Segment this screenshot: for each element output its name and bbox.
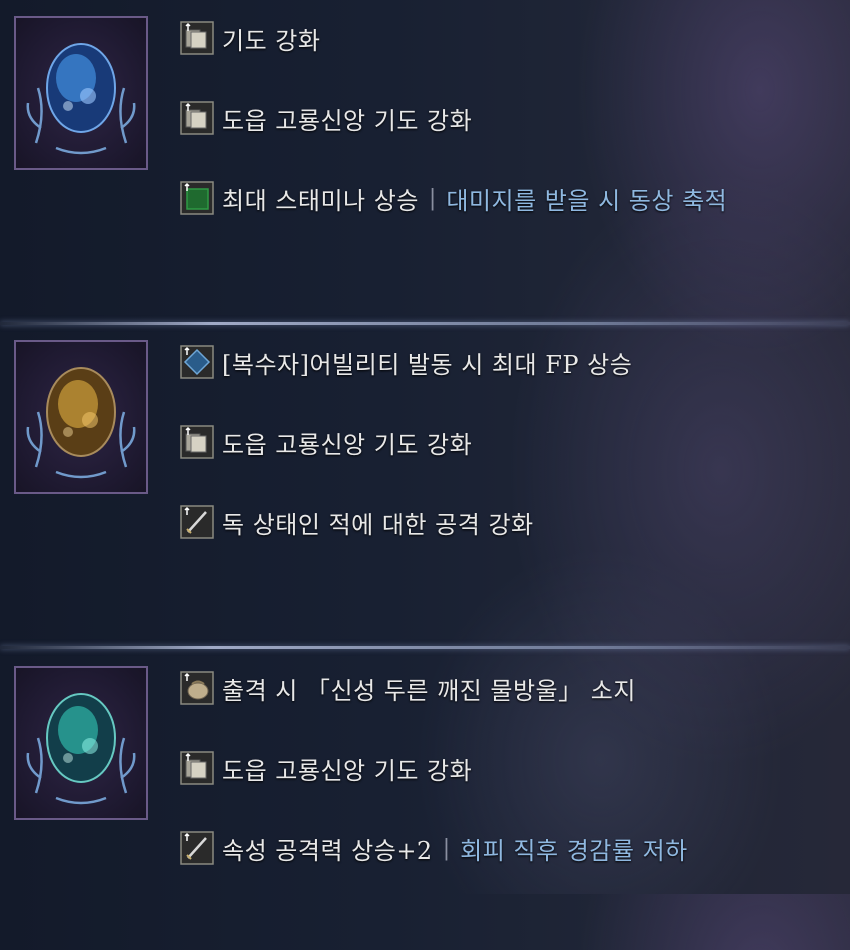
- relic-effect: 속성 공격력 상승+2 | 회피 직후 경감률 저하: [180, 830, 688, 866]
- scroll-icon: [180, 751, 214, 785]
- effect-text: 속성 공격력 상승+2: [222, 836, 433, 865]
- effect-text: 도읍 고룡신앙 기도 강화: [222, 430, 473, 459]
- sword-icon: [180, 831, 214, 865]
- effect-separator: |: [428, 185, 437, 211]
- effect-debuff-text: 회피 직후 경감률 저하: [460, 836, 688, 865]
- relic-blue-icon[interactable]: [14, 16, 148, 170]
- relic-effect: 독 상태인 적에 대한 공격 강화: [180, 504, 534, 540]
- section-divider: [0, 646, 850, 649]
- relic-effect: 도읍 고룡신앙 기도 강화: [180, 100, 472, 136]
- effect-text: 출격 시 「신성 두른 깨진 물방울」 소지: [222, 676, 636, 705]
- relic-effect: [복수자]어빌리티 발동 시 최대 FP 상승: [180, 344, 632, 380]
- effect-text: 기도 강화: [222, 26, 321, 55]
- relic-effect: 도읍 고룡신앙 기도 강화: [180, 750, 472, 786]
- effect-debuff-text: 대미지를 받을 시 동상 축적: [446, 186, 728, 215]
- relic-effect: 최대 스태미나 상승 | 대미지를 받을 시 동상 축적: [180, 180, 727, 216]
- relic-effect: 도읍 고룡신앙 기도 강화: [180, 424, 472, 460]
- effect-text: 도읍 고룡신앙 기도 강화: [222, 756, 473, 785]
- relic-row[interactable]: 출격 시 「신성 두른 깨진 물방울」 소지 도읍 고룡신앙 기도 강화 속성 …: [0, 650, 850, 950]
- scroll-icon: [180, 101, 214, 135]
- relic-teal-icon[interactable]: [14, 666, 148, 820]
- relic-effect: 출격 시 「신성 두른 깨진 물방울」 소지: [180, 670, 636, 706]
- blue-diamond-icon: [180, 345, 214, 379]
- effect-text: 최대 스태미나 상승: [222, 186, 419, 215]
- relic-effect: 기도 강화: [180, 20, 320, 56]
- effect-text: [복수자]어빌리티 발동 시 최대 FP 상승: [222, 350, 633, 379]
- effect-text: 도읍 고룡신앙 기도 강화: [222, 106, 473, 135]
- effect-separator: |: [442, 835, 451, 861]
- effect-text: 독 상태인 적에 대한 공격 강화: [222, 510, 534, 539]
- scroll-icon: [180, 21, 214, 55]
- pouch-icon: [180, 671, 214, 705]
- relic-row[interactable]: [복수자]어빌리티 발동 시 최대 FP 상승 도읍 고룡신앙 기도 강화 독 …: [0, 324, 850, 624]
- relic-row[interactable]: 기도 강화 도읍 고룡신앙 기도 강화 최대 스태미나 상승 | 대미지를 받을…: [0, 0, 850, 300]
- relic-yellow-icon[interactable]: [14, 340, 148, 494]
- green-square-icon: [180, 181, 214, 215]
- sword-icon: [180, 505, 214, 539]
- scroll-icon: [180, 425, 214, 459]
